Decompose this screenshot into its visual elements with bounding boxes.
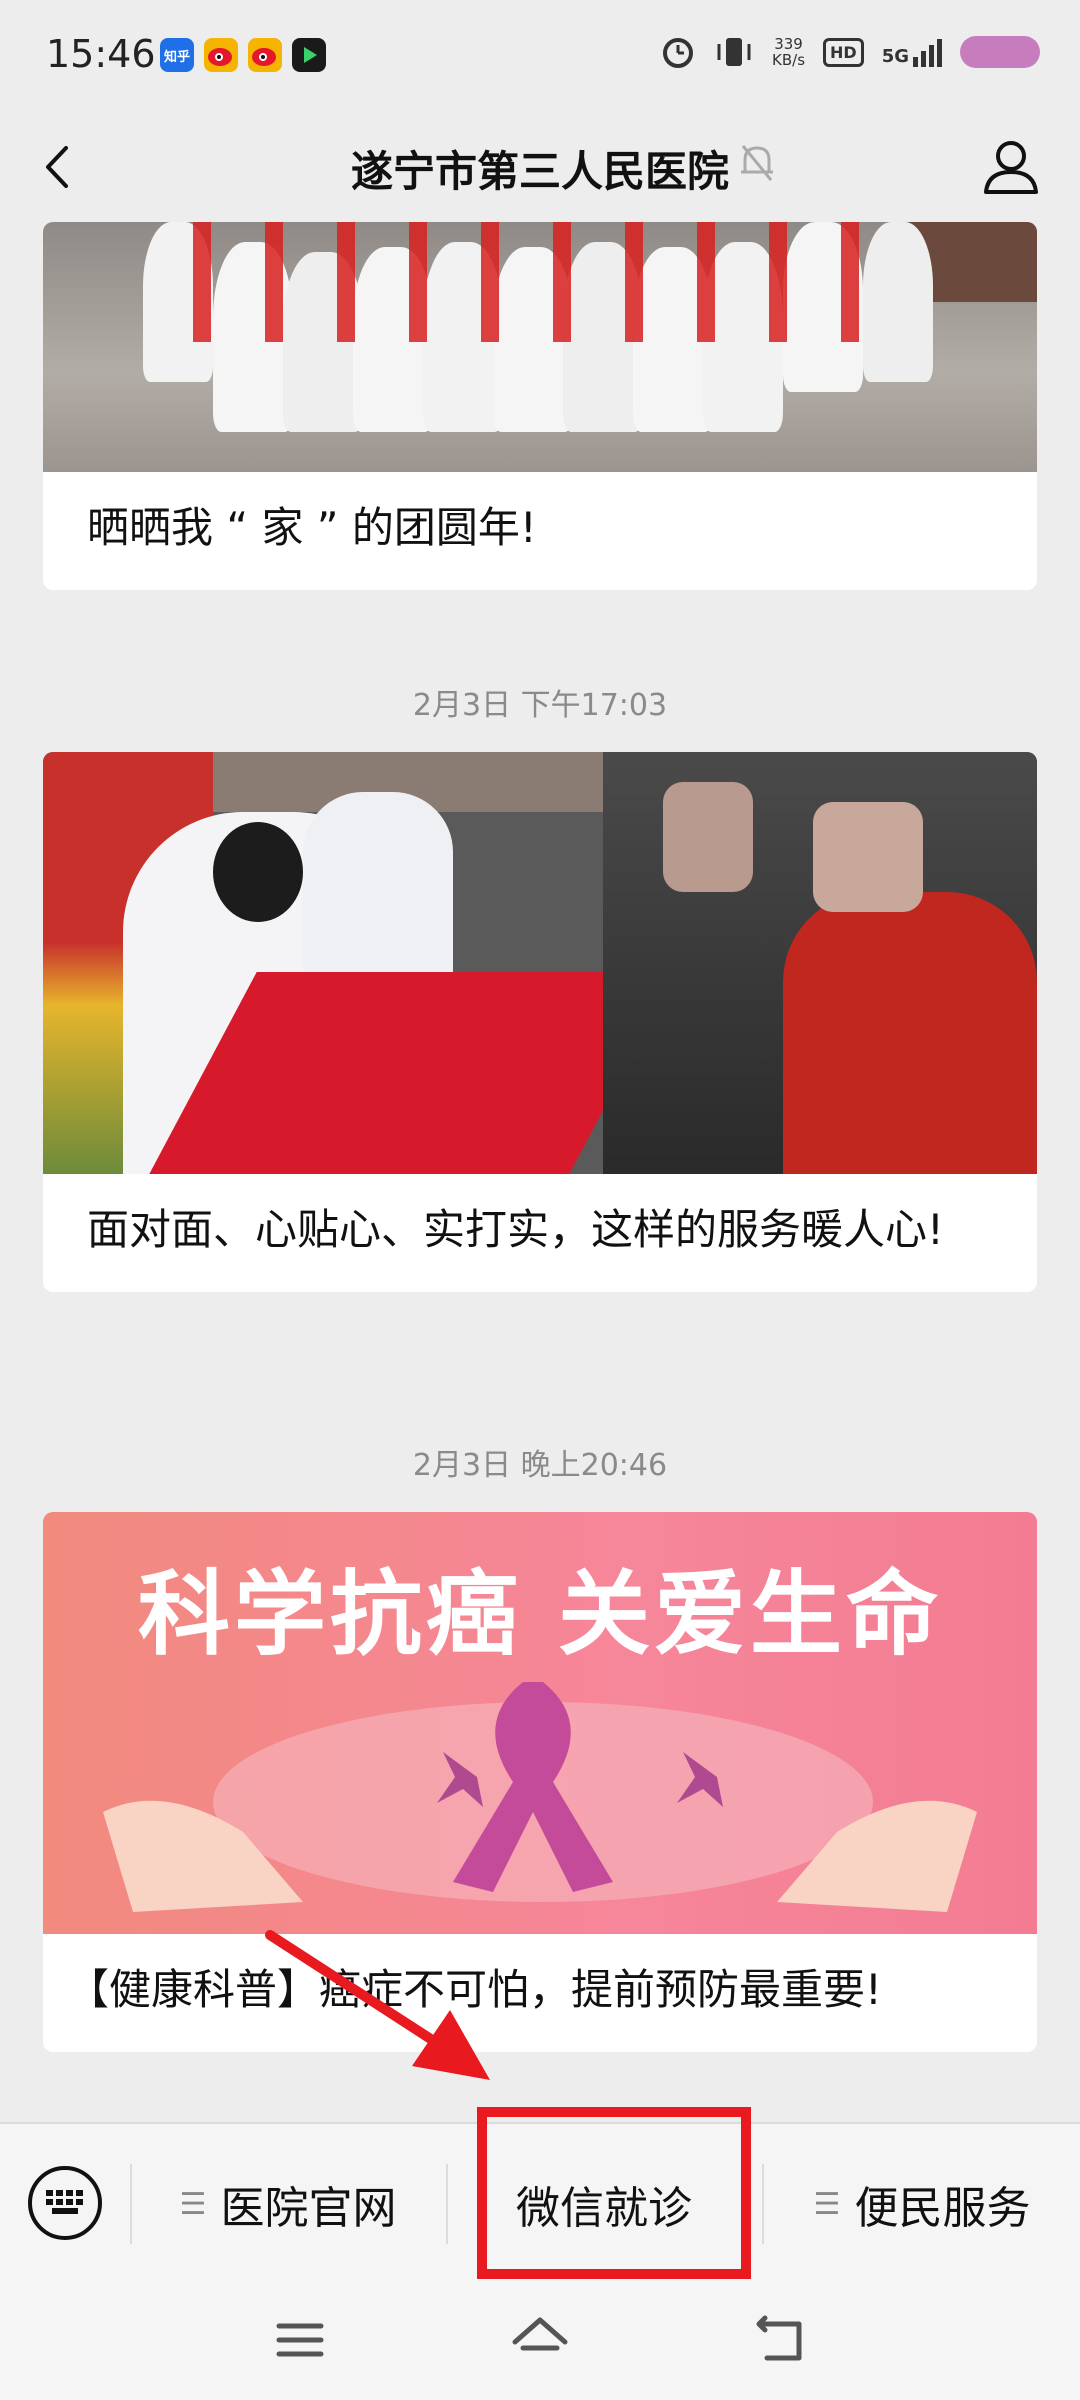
annotation-highlight-box	[477, 2107, 751, 2279]
article-card[interactable]: 面对面、心贴心、实打实，这样的服务暖人心!	[43, 752, 1037, 1292]
network-speed-unit: KB/s	[772, 51, 806, 69]
video-app-icon	[292, 38, 326, 72]
network-speed-value: 339	[774, 35, 803, 53]
article-card[interactable]: 科学抗癌 关爱生命 【健康科普】癌症不可怕，提前预防最重要!	[43, 1512, 1037, 2052]
battery-icon	[960, 36, 1040, 68]
hd-badge: HD	[823, 37, 864, 67]
red-scarves	[163, 222, 903, 342]
notification-app-icons: 知乎	[160, 38, 326, 72]
poster-headline: 科学抗癌 关爱生命	[137, 1560, 943, 1668]
status-bar: 15:46 知乎 339 KB/s HD 5G	[0, 0, 1080, 110]
menu-lines-icon	[276, 2323, 324, 2357]
signal-indicator: 5G	[882, 37, 942, 67]
article-title: 晒晒我 “ 家 ” 的团圆年!	[87, 503, 537, 552]
person-icon	[984, 141, 1038, 194]
alarm-icon	[663, 38, 694, 68]
keyboard-icon	[46, 2190, 83, 2214]
nav-header: 遂宁市第三人民医院	[0, 110, 1080, 220]
article-image-consultation	[43, 752, 1037, 1174]
ribbon-world-map-illustration	[103, 1682, 977, 1912]
submenu-icon: ☰	[813, 2186, 841, 2222]
menu-label: 医院官网	[220, 2183, 397, 2234]
weibo-icon	[204, 38, 238, 72]
article-image-anticancer-poster: 科学抗癌 关爱生命	[43, 1512, 1037, 1934]
network-speed: 339 KB/s	[772, 36, 805, 68]
menu-hospital-website[interactable]: ☰ 医院官网	[132, 2124, 444, 2284]
zhihu-icon: 知乎	[160, 38, 194, 72]
doctor-hair	[213, 822, 303, 922]
page-title: 遂宁市第三人民医院	[350, 147, 729, 196]
blurred-face	[663, 782, 753, 892]
signal-bars-icon	[913, 37, 942, 67]
home-icon	[512, 2317, 568, 2351]
muted-bell-icon	[741, 145, 773, 181]
recent-apps-button[interactable]	[265, 2310, 335, 2370]
vibrate-icon	[717, 38, 751, 66]
keyboard-toggle-button[interactable]	[28, 2166, 102, 2240]
network-type: 5G	[881, 46, 909, 67]
status-indicators: 339 KB/s HD 5G	[660, 34, 1040, 70]
menu-label: 便民服务	[854, 2183, 1031, 2234]
return-icon	[756, 2315, 802, 2361]
system-navigation-bar	[0, 2282, 1080, 2400]
article-card[interactable]: 晒晒我 “ 家 ” 的团圆年!	[43, 222, 1037, 590]
menu-convenience-services[interactable]: ☰ 便民服务	[764, 2124, 1080, 2284]
home-button[interactable]	[505, 2310, 575, 2370]
article-title: 面对面、心贴心、实打实，这样的服务暖人心!	[87, 1205, 944, 1254]
article-feed: 晒晒我 “ 家 ” 的团圆年! 2月3日 下午17:03 面对面、心贴心、实打实…	[0, 222, 1080, 2122]
article-image-group-photo	[43, 222, 1037, 472]
profile-button[interactable]	[976, 132, 1046, 202]
status-time: 15:46	[46, 32, 156, 76]
patient-red-coat	[783, 892, 1037, 1174]
weibo-icon-2	[248, 38, 282, 72]
blurred-face	[813, 802, 923, 912]
submenu-icon: ☰	[179, 2186, 207, 2222]
post-timestamp: 2月3日 下午17:03	[412, 688, 668, 723]
system-back-button[interactable]	[745, 2310, 815, 2370]
article-title: 【健康科普】癌症不可怕，提前预防最重要!	[67, 1965, 882, 2014]
post-timestamp: 2月3日 晚上20:46	[412, 1448, 668, 1483]
